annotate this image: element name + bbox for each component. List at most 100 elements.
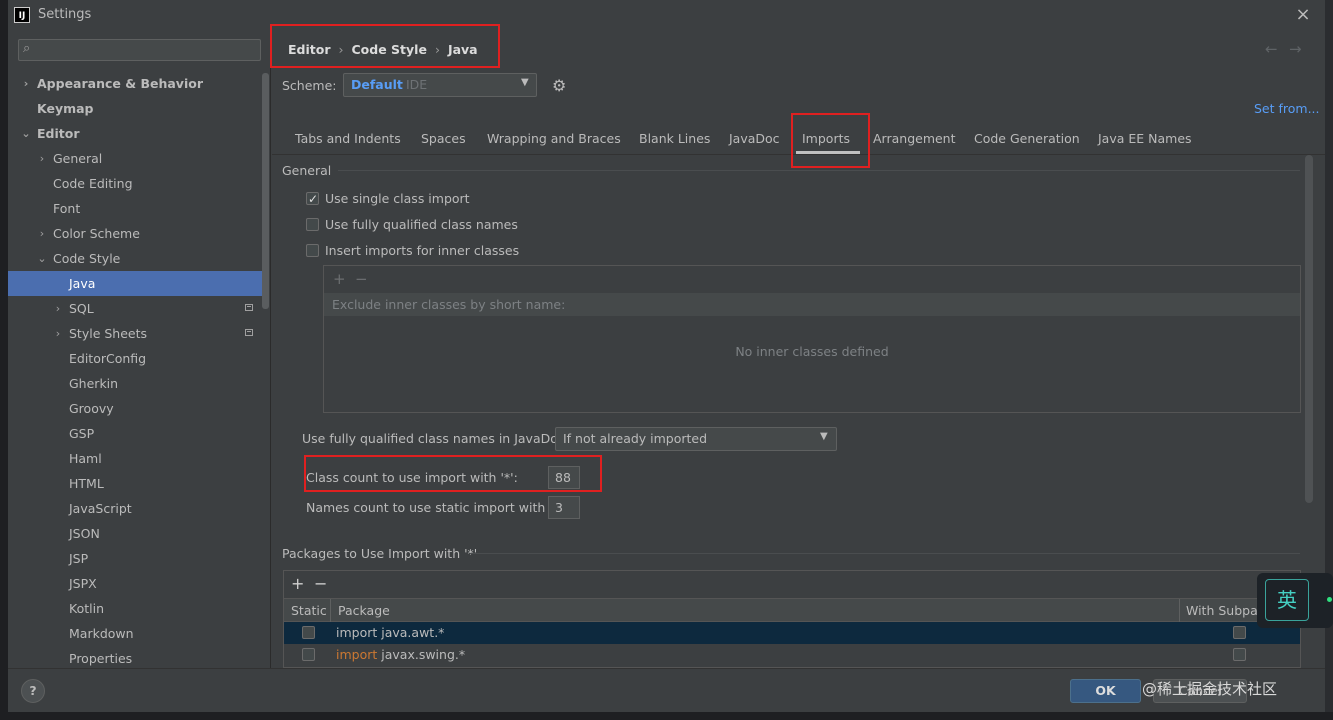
column-package[interactable]: Package — [338, 599, 390, 623]
packages-table: + − Static Package With Subpac import ja… — [283, 570, 1301, 668]
sidebar-item-keymap[interactable]: Keymap — [8, 96, 262, 121]
names-count-input[interactable] — [548, 496, 580, 519]
empty-list-text: No inner classes defined — [735, 344, 889, 359]
insert-inner-imports-checkbox[interactable] — [306, 244, 319, 257]
window-title: Settings — [38, 7, 92, 22]
sidebar-item-editor[interactable]: ⌄ Editor — [8, 121, 262, 146]
content-scrollbar[interactable] — [1305, 155, 1313, 503]
sidebar-item-java[interactable]: Java — [8, 271, 262, 296]
sidebar-item-jsp[interactable]: JSP — [8, 546, 262, 571]
tab-spaces[interactable]: Spaces — [421, 131, 466, 146]
intellij-app-icon: IJ — [14, 7, 30, 23]
sidebar-item-html[interactable]: HTML — [8, 471, 262, 496]
tab-arrangement[interactable]: Arrangement — [873, 131, 956, 146]
sidebar-item-kotlin[interactable]: Kotlin — [8, 596, 262, 621]
ime-language-toggle[interactable]: 英 — [1265, 579, 1309, 621]
help-button[interactable]: ? — [21, 679, 45, 703]
chevron-right-icon: › — [39, 152, 45, 165]
checkbox-label: Insert imports for inner classes — [325, 243, 520, 258]
names-count-label: Names count to use static import with '*… — [306, 500, 567, 515]
add-icon[interactable]: + — [333, 270, 346, 288]
dropdown-arrow-icon: ▼ — [521, 77, 529, 88]
package-name: import java.awt.* — [336, 625, 445, 640]
highlight-box-imports-tab — [791, 113, 870, 168]
section-divider — [338, 170, 1300, 171]
settings-sidebar: ⌕ › Appearance & Behavior Keymap ⌄ Edito… — [8, 30, 271, 668]
sidebar-item-javascript[interactable]: JavaScript — [8, 496, 262, 521]
tab-tabs-and-indents[interactable]: Tabs and Indents — [295, 131, 401, 146]
settings-search-input[interactable]: ⌕ — [18, 39, 261, 61]
static-checkbox[interactable] — [302, 648, 315, 661]
use-single-class-import-checkbox[interactable] — [306, 190, 319, 208]
sidebar-item-groovy[interactable]: Groovy — [8, 396, 262, 421]
chevron-right-icon: › — [39, 227, 45, 240]
ide-background-strip — [0, 712, 1333, 720]
javadoc-qualified-label: Use fully qualified class names in JavaD… — [302, 431, 569, 446]
input-method-widget[interactable]: 英 — [1257, 573, 1333, 628]
tab-java-ee-names[interactable]: Java EE Names — [1098, 131, 1192, 146]
dialog-footer: ? OK Cancel — [8, 668, 1325, 713]
sidebar-scrollbar[interactable] — [262, 73, 269, 309]
tab-wrapping-and-braces[interactable]: Wrapping and Braces — [487, 131, 621, 146]
javadoc-qualified-dropdown[interactable]: If not already imported ▼ — [555, 427, 837, 451]
sidebar-item-markdown[interactable]: Markdown — [8, 621, 262, 646]
tab-javadoc[interactable]: JavaDoc — [729, 131, 780, 146]
back-arrow-icon[interactable]: ← — [1265, 40, 1278, 58]
scheme-scope: IDE — [406, 77, 428, 92]
sidebar-item-haml[interactable]: Haml — [8, 446, 262, 471]
chevron-right-icon: › — [23, 77, 29, 90]
sidebar-item-style-sheets[interactable]: › Style Sheets — [8, 321, 262, 346]
scheme-value: Default — [351, 77, 403, 92]
sidebar-item-appearance-behavior[interactable]: › Appearance & Behavior — [8, 71, 262, 96]
remove-icon[interactable]: − — [314, 574, 327, 593]
exclude-inner-classes-header: Exclude inner classes by short name: — [324, 293, 1300, 316]
sidebar-item-sql[interactable]: › SQL — [8, 296, 262, 321]
sidebar-item-gherkin[interactable]: Gherkin — [8, 371, 262, 396]
section-divider — [470, 553, 1300, 554]
table-row[interactable]: import java.awt.* — [284, 622, 1300, 644]
with-subpackages-checkbox[interactable] — [1233, 626, 1246, 639]
forward-arrow-icon[interactable]: → — [1289, 40, 1302, 58]
column-with-subpackages[interactable]: With Subpac — [1186, 599, 1265, 623]
table-row[interactable]: import javax.swing.* — [284, 644, 1300, 666]
sidebar-item-code-style[interactable]: ⌄ Code Style — [8, 246, 262, 271]
highlight-box-class-count — [304, 455, 602, 492]
chevron-down-icon: ⌄ — [21, 127, 31, 140]
use-fully-qualified-checkbox[interactable] — [306, 218, 319, 231]
tab-code-generation[interactable]: Code Generation — [974, 131, 1080, 146]
tab-blank-lines[interactable]: Blank Lines — [639, 131, 710, 146]
sidebar-item-font[interactable]: Font — [8, 196, 262, 221]
with-subpackages-checkbox[interactable] — [1233, 648, 1246, 661]
general-section-title: General — [282, 163, 332, 178]
table-header: Static Package With Subpac — [284, 598, 1300, 623]
sidebar-item-json[interactable]: JSON — [8, 521, 262, 546]
search-icon: ⌕ — [23, 41, 31, 56]
package-name: import javax.swing.* — [336, 647, 466, 662]
remove-icon[interactable]: − — [355, 270, 368, 288]
project-scheme-icon — [245, 304, 253, 311]
close-icon[interactable]: × — [1292, 4, 1314, 26]
sidebar-item-editorconfig[interactable]: EditorConfig — [8, 346, 262, 371]
settings-dialog: IJ Settings × ⌕ › Appearance & Behavior … — [8, 0, 1325, 713]
checkbox-label: Use fully qualified class names — [325, 217, 518, 232]
chevron-right-icon: › — [55, 327, 61, 340]
add-icon[interactable]: + — [291, 574, 304, 593]
static-checkbox[interactable] — [302, 626, 315, 639]
set-from-link[interactable]: Set from... — [1254, 101, 1320, 116]
ok-button[interactable]: OK — [1070, 679, 1141, 703]
project-scheme-icon — [245, 329, 253, 336]
sidebar-item-jspx[interactable]: JSPX — [8, 571, 262, 596]
ime-status-indicator — [1327, 597, 1332, 602]
ide-background-strip — [0, 0, 8, 720]
gear-icon[interactable]: ⚙ — [552, 76, 566, 95]
column-divider — [330, 599, 331, 623]
sidebar-item-color-scheme[interactable]: › Color Scheme — [8, 221, 262, 246]
chevron-down-icon: ⌄ — [37, 252, 47, 265]
sidebar-item-gsp[interactable]: GSP — [8, 421, 262, 446]
highlight-box-breadcrumb — [270, 24, 500, 68]
column-static[interactable]: Static — [291, 599, 327, 623]
sidebar-item-general[interactable]: › General — [8, 146, 262, 171]
scheme-label: Scheme: — [282, 78, 337, 93]
scheme-dropdown[interactable]: Default IDE ▼ — [343, 73, 537, 97]
sidebar-item-code-editing[interactable]: Code Editing — [8, 171, 262, 196]
